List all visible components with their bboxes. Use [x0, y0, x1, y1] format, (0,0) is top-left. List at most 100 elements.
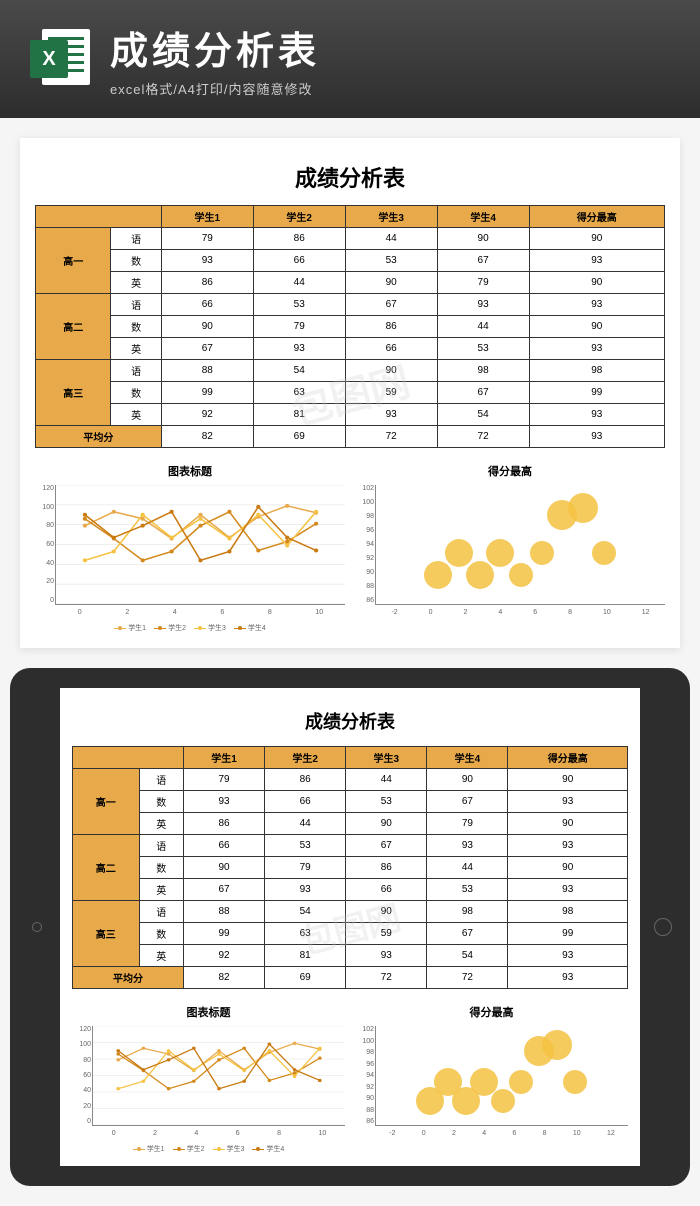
value-cell: 63	[253, 382, 345, 404]
score-table: 学生1学生2学生3学生4得分最高高一语7986449090数9366536793…	[72, 746, 628, 989]
value-cell: 66	[345, 338, 437, 360]
bubble-chart-area-2: 10210098969492908886 -2024681012	[375, 1026, 628, 1126]
value-cell: 79	[183, 769, 264, 791]
table-row: 英8644907990	[36, 272, 665, 294]
table-row: 数9963596799	[73, 923, 628, 945]
value-cell: 79	[265, 857, 346, 879]
value-cell: 93	[529, 404, 664, 426]
subject-cell: 数	[111, 382, 161, 404]
value-cell: 67	[427, 791, 508, 813]
col-header	[36, 206, 162, 228]
value-cell: 93	[508, 835, 628, 857]
value-cell: 54	[437, 404, 529, 426]
value-cell: 54	[427, 945, 508, 967]
value-cell: 93	[437, 294, 529, 316]
value-cell: 93	[161, 250, 253, 272]
value-cell: 90	[508, 857, 628, 879]
bubble-point	[509, 563, 533, 587]
table-slot-1: 学生1学生2学生3学生4得分最高高一语7986449090数9366536793…	[35, 205, 665, 448]
table-row: 数9079864490	[36, 316, 665, 338]
value-cell: 79	[427, 813, 508, 835]
bubble-point	[542, 1030, 572, 1060]
legend-item: 学生3	[213, 1144, 245, 1154]
grade-cell: 高一	[73, 769, 140, 835]
legend-item: 学生1	[114, 623, 146, 633]
value-cell: 90	[346, 813, 427, 835]
value-cell: 93	[508, 791, 628, 813]
value-cell: 93	[265, 879, 346, 901]
col-header: 学生1	[161, 206, 253, 228]
value-cell: 90	[529, 228, 664, 250]
avg-cell: 72	[346, 967, 427, 989]
table-row: 英6793665393	[73, 879, 628, 901]
bubble-point	[592, 541, 616, 565]
avg-cell: 69	[265, 967, 346, 989]
doc-title: 成绩分析表	[35, 153, 665, 205]
value-cell: 63	[265, 923, 346, 945]
value-cell: 79	[161, 228, 253, 250]
table-row: 高二语6653679393	[73, 835, 628, 857]
excel-icon: X	[30, 29, 90, 89]
value-cell: 66	[183, 835, 264, 857]
value-cell: 98	[508, 901, 628, 923]
line-x-labels: 0246810	[56, 609, 345, 616]
bubble-point	[445, 539, 473, 567]
value-cell: 79	[253, 316, 345, 338]
value-cell: 53	[437, 338, 529, 360]
avg-cell: 69	[253, 426, 345, 448]
banner-subtitle: excel格式/A4打印/内容随意修改	[110, 79, 670, 98]
col-header: 学生2	[253, 206, 345, 228]
preview-tablet: 包图网 成绩分析表 学生1学生2学生3学生4得分最高高一语7986449090数…	[60, 688, 640, 1166]
value-cell: 66	[253, 250, 345, 272]
col-header: 学生2	[265, 747, 346, 769]
subject-cell: 语	[139, 835, 183, 857]
value-cell: 86	[161, 272, 253, 294]
bubble-point	[530, 541, 554, 565]
line-chart-area: 120100806040200 0246810	[55, 485, 345, 605]
subject-cell: 数	[111, 316, 161, 338]
header-banner: X 成绩分析表 excel格式/A4打印/内容随意修改	[0, 0, 700, 118]
subject-cell: 英	[139, 879, 183, 901]
value-cell: 67	[427, 923, 508, 945]
value-cell: 54	[253, 360, 345, 382]
table-row: 数9366536793	[36, 250, 665, 272]
value-cell: 53	[253, 294, 345, 316]
grade-cell: 高二	[36, 294, 111, 360]
value-cell: 90	[345, 272, 437, 294]
preview-paper: 包图网 成绩分析表 学生1学生2学生3学生4得分最高高一语7986449090数…	[20, 138, 680, 648]
bubble-point	[486, 539, 514, 567]
table-row: 高一语7986449090	[73, 769, 628, 791]
value-cell: 53	[427, 879, 508, 901]
value-cell: 99	[508, 923, 628, 945]
col-header	[73, 747, 184, 769]
table-row: 英6793665393	[36, 338, 665, 360]
legend-item: 学生2	[173, 1144, 205, 1154]
value-cell: 86	[265, 769, 346, 791]
value-cell: 92	[161, 404, 253, 426]
table-row: 英9281935493	[73, 945, 628, 967]
line-chart-2: 图表标题 120100806040200 0246810 学生1学生2学生3学生…	[72, 1004, 345, 1154]
value-cell: 53	[346, 791, 427, 813]
avg-cell: 72	[345, 426, 437, 448]
table-row: 高一语7986449090	[36, 228, 665, 250]
value-cell: 44	[265, 813, 346, 835]
col-header: 得分最高	[508, 747, 628, 769]
subject-cell: 数	[139, 923, 183, 945]
table-row: 高二语6653679393	[36, 294, 665, 316]
col-header: 学生1	[183, 747, 264, 769]
line-x-labels-2: 0246810	[93, 1130, 345, 1137]
grade-cell: 高一	[36, 228, 111, 294]
bubble-y-labels-2: 10210098969492908886	[356, 1026, 374, 1125]
legend-item: 学生4	[252, 1144, 284, 1154]
value-cell: 66	[265, 791, 346, 813]
value-cell: 44	[345, 228, 437, 250]
bubble-y-labels: 10210098969492908886	[356, 485, 374, 604]
value-cell: 66	[161, 294, 253, 316]
subject-cell: 语	[111, 228, 161, 250]
value-cell: 90	[529, 316, 664, 338]
table-row: 数9963596799	[36, 382, 665, 404]
table-row: 数9079864490	[73, 857, 628, 879]
avg-cell: 82	[183, 967, 264, 989]
value-cell: 44	[346, 769, 427, 791]
value-cell: 98	[437, 360, 529, 382]
